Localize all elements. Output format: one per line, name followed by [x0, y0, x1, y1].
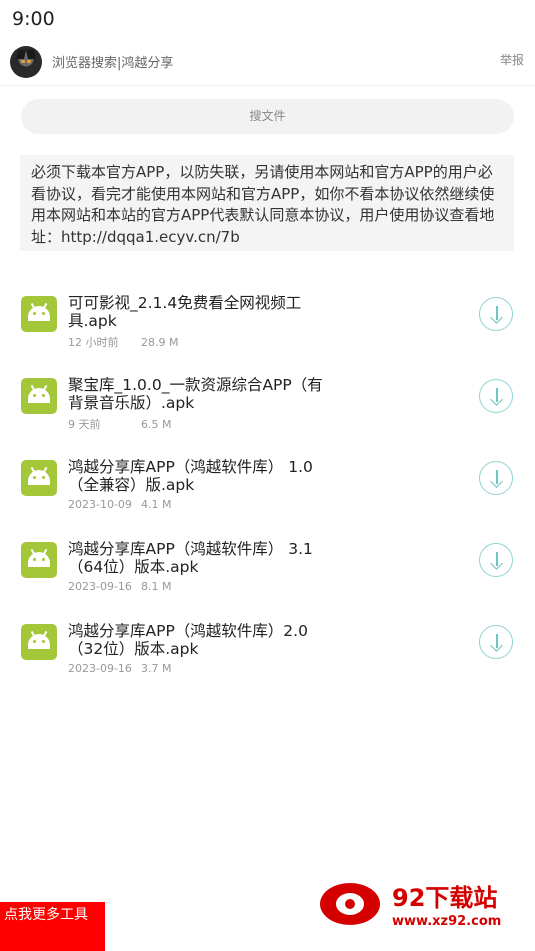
file-name[interactable]: 鸿越分享库APP（鸿越软件库）2.0（32位）版本.apk: [68, 622, 333, 658]
site-watermark: 92下载站 www.xz92.com: [300, 866, 535, 951]
file-size: 4.1 M: [141, 498, 172, 511]
avatar[interactable]: [10, 46, 42, 78]
file-time: 9 天前: [68, 418, 101, 431]
file-time: 2023-09-16: [68, 580, 132, 593]
file-name[interactable]: 鸿越分享库APP（鸿越软件库） 3.1（64位）版本.apk: [68, 540, 333, 576]
file-item[interactable]: 鸿越分享库APP（鸿越软件库） 1.0（全兼容）版.apk 2023-10-09…: [0, 447, 535, 529]
avatar-ear: [26, 50, 36, 59]
more-tools-label: 点我更多工具: [4, 907, 88, 923]
page-header: 浏览器搜索|鸿越分享 举报: [0, 40, 535, 86]
file-meta: 2023-09-16 8.1 M: [68, 580, 171, 593]
file-meta: 12 小时前 28.9 M: [68, 334, 178, 350]
download-button[interactable]: [479, 461, 513, 495]
file-size: 3.7 M: [141, 662, 172, 675]
status-bar: 9:00: [0, 0, 535, 38]
share-title: 浏览器搜索|鸿越分享: [52, 56, 174, 71]
file-time: 2023-09-16: [68, 662, 132, 675]
download-button[interactable]: [479, 379, 513, 413]
android-icon: [21, 624, 57, 660]
watermark-url: www.xz92.com: [392, 914, 502, 929]
file-time: 12 小时前: [68, 336, 119, 349]
avatar-eye: [21, 60, 25, 63]
search-files-button[interactable]: 搜文件: [21, 99, 514, 134]
file-name[interactable]: 聚宝库_1.0.0_一款资源综合APP（有背景音乐版）.apk: [68, 376, 333, 412]
android-icon: [21, 378, 57, 414]
file-name[interactable]: 鸿越分享库APP（鸿越软件库） 1.0（全兼容）版.apk: [68, 458, 333, 494]
download-button[interactable]: [479, 297, 513, 331]
file-meta: 2023-10-09 4.1 M: [68, 498, 171, 511]
download-button[interactable]: [479, 543, 513, 577]
android-icon: [21, 460, 57, 496]
notice-text: 必须下载本官方APP，以防失联，另请使用本网站和官方APP的用户必看协议，看完才…: [20, 155, 514, 251]
android-icon: [21, 296, 57, 332]
status-time: 9:00: [12, 8, 55, 30]
file-size: 6.5 M: [141, 418, 172, 431]
file-item[interactable]: 聚宝库_1.0.0_一款资源综合APP（有背景音乐版）.apk 9 天前 6.5 …: [0, 365, 535, 447]
file-meta: 2023-09-16 3.7 M: [68, 662, 171, 675]
watermark-title: 92下载站: [392, 884, 498, 912]
file-item[interactable]: 鸿越分享库APP（鸿越软件库） 3.1（64位）版本.apk 2023-09-1…: [0, 529, 535, 611]
more-tools-button[interactable]: 点我更多工具: [0, 902, 105, 951]
file-time: 2023-10-09: [68, 498, 132, 511]
report-link[interactable]: 举报: [500, 51, 524, 68]
avatar-ear: [16, 50, 26, 59]
file-meta: 9 天前 6.5 M: [68, 416, 171, 432]
file-item[interactable]: 可可影视_2.1.4免费看全网视频工具.apk 12 小时前 28.9 M: [0, 283, 535, 365]
file-size: 28.9 M: [141, 336, 179, 349]
file-name[interactable]: 可可影视_2.1.4免费看全网视频工具.apk: [68, 294, 333, 330]
file-item[interactable]: 鸿越分享库APP（鸿越软件库）2.0（32位）版本.apk 2023-09-16…: [0, 611, 535, 693]
android-icon: [21, 542, 57, 578]
file-size: 8.1 M: [141, 580, 172, 593]
avatar-eye: [27, 60, 31, 63]
download-button[interactable]: [479, 625, 513, 659]
watermark-logo-icon: [320, 883, 380, 925]
